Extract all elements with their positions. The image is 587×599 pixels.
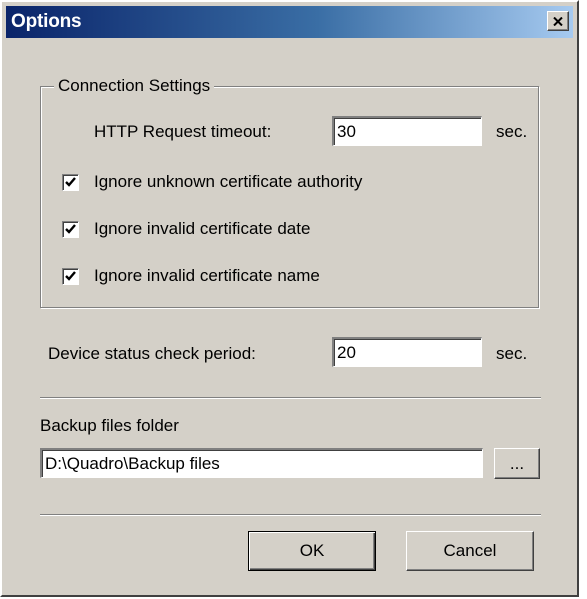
divider-top — [40, 397, 541, 399]
ignore-invalid-name-label: Ignore invalid certificate name — [94, 266, 320, 285]
ignore-invalid-date-checkbox[interactable] — [62, 221, 79, 238]
checkmark-icon — [65, 271, 76, 281]
ignore-invalid-name-checkbox[interactable] — [62, 268, 79, 285]
divider-bottom — [40, 514, 541, 516]
http-timeout-label: HTTP Request timeout: — [94, 122, 272, 141]
backup-folder-label: Backup files folder — [40, 416, 179, 435]
ignore-unknown-authority-checkbox[interactable] — [62, 174, 79, 191]
device-status-unit: sec. — [496, 344, 528, 363]
dialog-title: Options — [11, 11, 82, 32]
close-button[interactable] — [547, 11, 569, 31]
cancel-button[interactable]: Cancel — [406, 531, 534, 571]
ignore-invalid-date-label: Ignore invalid certificate date — [94, 219, 311, 238]
ignore-unknown-authority-label: Ignore unknown certificate authority — [94, 172, 363, 191]
device-status-period-input[interactable] — [332, 337, 482, 367]
checkmark-icon — [65, 224, 76, 234]
title-bar[interactable]: Options — [6, 6, 573, 38]
browse-button[interactable]: ... — [494, 448, 540, 479]
close-icon — [553, 16, 563, 26]
device-status-label: Device status check period: — [48, 344, 256, 363]
connection-settings-legend: Connection Settings — [54, 76, 215, 96]
backup-folder-input[interactable] — [40, 448, 483, 478]
ok-button[interactable]: OK — [248, 531, 376, 571]
http-timeout-input[interactable] — [332, 116, 482, 146]
checkmark-icon — [65, 177, 76, 187]
http-timeout-unit: sec. — [496, 122, 528, 141]
